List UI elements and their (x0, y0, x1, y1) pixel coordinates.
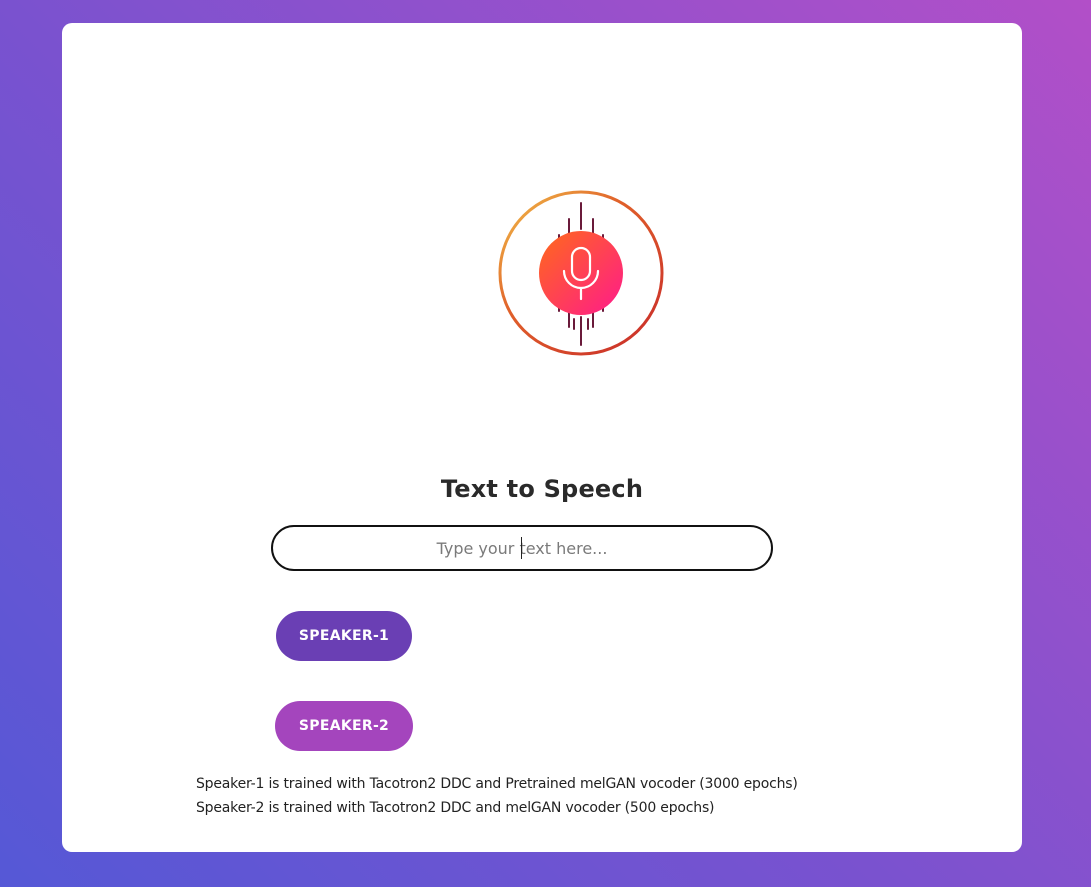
text-input[interactable] (271, 525, 773, 571)
text-cursor (521, 537, 522, 559)
hero-illustration (332, 185, 832, 361)
page-title: Text to Speech (440, 475, 644, 503)
speaker-1-button[interactable]: SPEAKER-1 (276, 611, 412, 661)
speaker-2-button[interactable]: SPEAKER-2 (275, 701, 413, 751)
main-card: Text to Speech SPEAKER-1 SPEAKER-2 Speak… (62, 23, 1022, 852)
speaker-1-note: Speaker-1 is trained with Tacotron2 DDC … (196, 776, 798, 792)
soundwave-graphic (338, 190, 822, 356)
model-notes: Speaker-1 is trained with Tacotron2 DDC … (196, 772, 798, 820)
mic-circle (539, 231, 623, 315)
speaker-2-note: Speaker-2 is trained with Tacotron2 DDC … (196, 800, 715, 816)
